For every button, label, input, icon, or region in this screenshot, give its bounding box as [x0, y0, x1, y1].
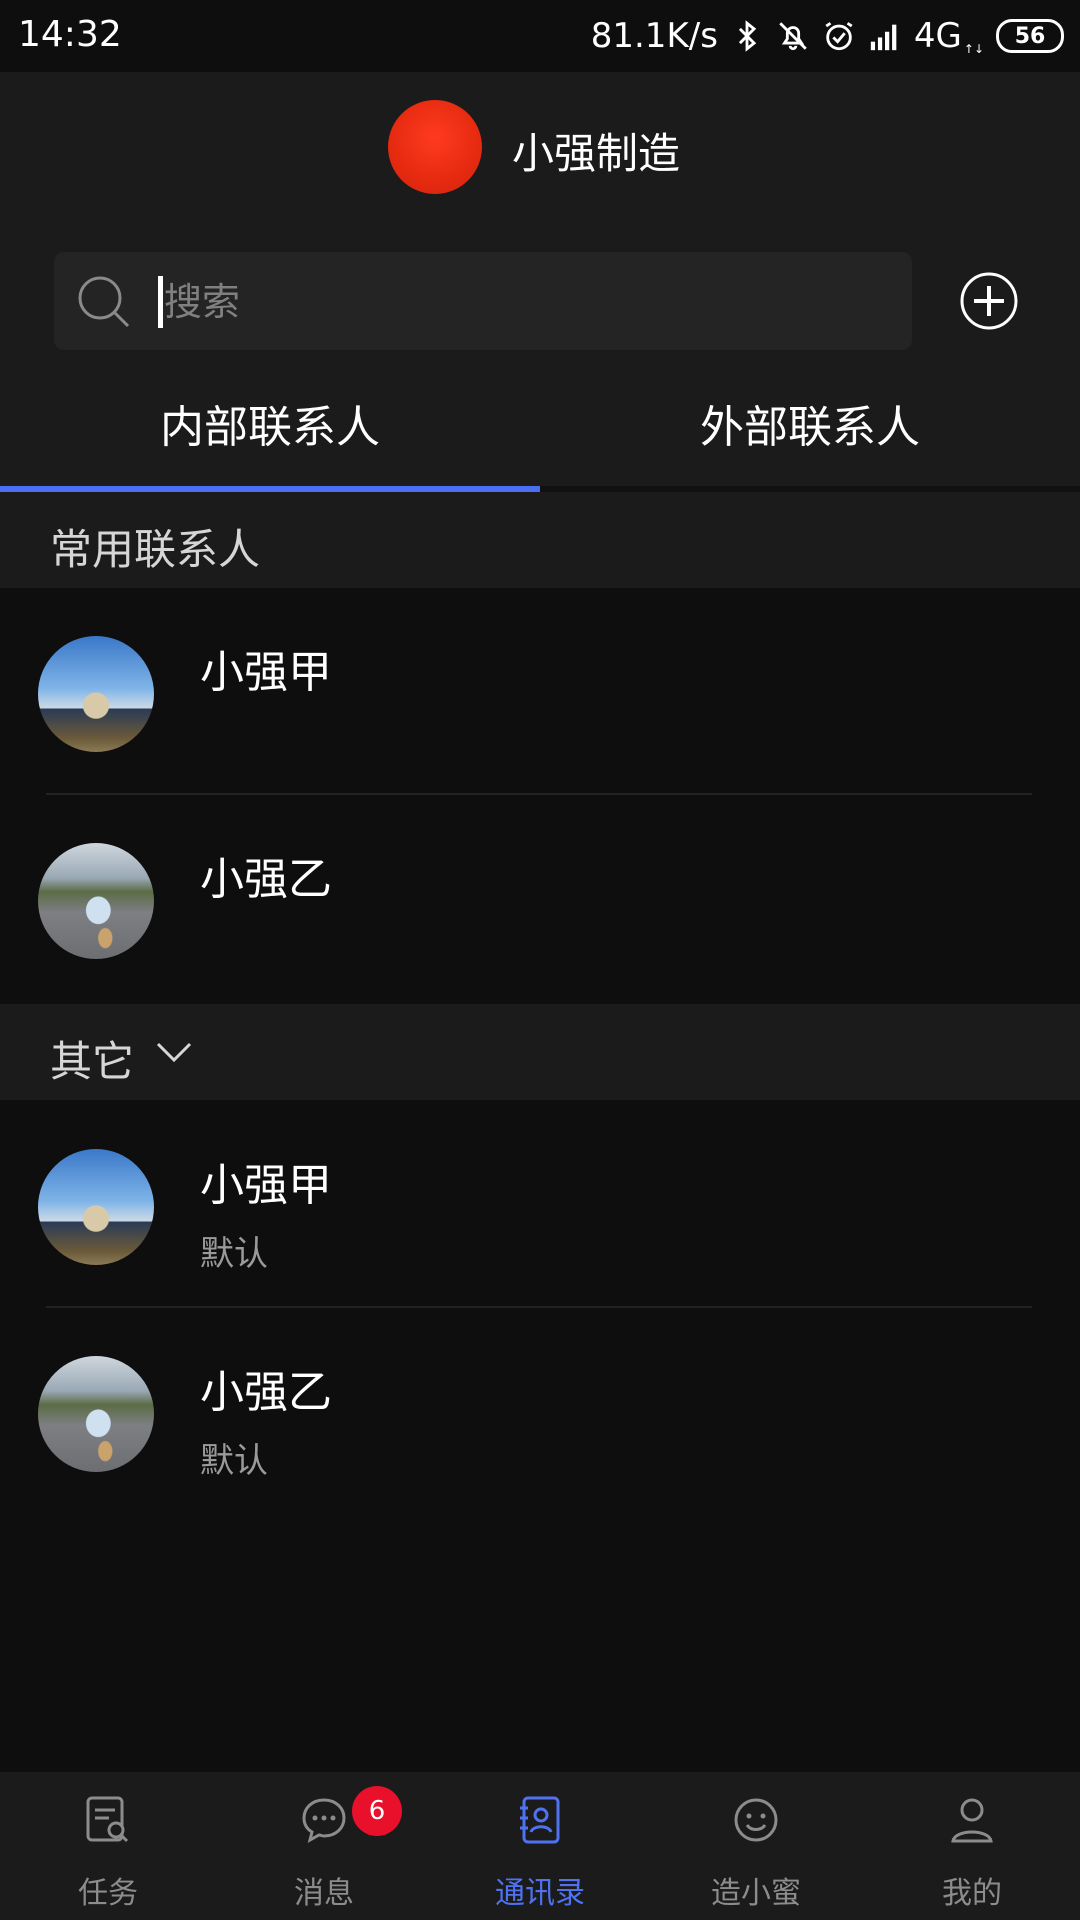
alarm-icon: [825, 22, 853, 51]
contacts-icon: [520, 1796, 560, 1844]
bell-muted-icon: [779, 22, 807, 51]
tab-external-contacts[interactable]: 外部联系人: [540, 400, 1080, 480]
network-type-label: 4G: [913, 16, 962, 56]
nav-label: 消息: [294, 1876, 354, 1911]
nav-label: 我的: [942, 1876, 1002, 1911]
section-title: 常用联系人: [50, 525, 261, 574]
battery-level: 56: [1014, 23, 1046, 49]
unread-badge: 6: [352, 1786, 402, 1836]
section-title[interactable]: 其它: [50, 1028, 134, 1089]
contact-row[interactable]: [0, 588, 1080, 794]
bluetooth-icon: [738, 20, 757, 52]
nav-item-tasks[interactable]: 任务: [0, 1772, 216, 1920]
status-indicators: 81.1K/s 4G ↑↓ 56: [591, 14, 1064, 58]
contact-row[interactable]: [0, 1100, 1080, 1306]
contact-name: 小强乙: [200, 1367, 332, 1418]
tab-internal-contacts[interactable]: 内部联系人: [0, 400, 540, 480]
nav-item-messages[interactable]: 消息: [216, 1772, 432, 1920]
task-icon: [86, 1796, 129, 1843]
nav-label: 任务: [78, 1876, 138, 1911]
network-type: 4G ↑↓: [914, 16, 984, 56]
profile-icon: [951, 1798, 993, 1843]
avatar: [38, 636, 154, 752]
contact-subtitle: 默认: [200, 1234, 268, 1274]
contact-subtitle: 默认: [200, 1441, 268, 1481]
row-divider: [46, 793, 1032, 795]
contact-name: 小强甲: [200, 647, 332, 698]
search-input[interactable]: [164, 268, 884, 336]
chevron-down-icon[interactable]: [154, 1036, 194, 1066]
org-logo[interactable]: [388, 100, 482, 194]
contact-name: 小强乙: [200, 854, 332, 905]
add-button[interactable]: [960, 272, 1018, 330]
nav-item-assistant[interactable]: 造小蜜: [648, 1772, 864, 1920]
nav-label: 造小蜜: [711, 1876, 801, 1911]
contact-row[interactable]: [0, 796, 1080, 1002]
message-icon: [302, 1798, 346, 1843]
nav-item-profile[interactable]: 我的: [864, 1772, 1080, 1920]
text-cursor: [158, 276, 163, 328]
org-name[interactable]: 小强制造: [512, 120, 680, 181]
nav-label: 通讯录: [495, 1876, 585, 1911]
avatar: [38, 843, 154, 959]
network-speed: 81.1K/s: [590, 16, 718, 56]
nav-item-contacts[interactable]: 通讯录: [432, 1772, 648, 1920]
avatar: [38, 1149, 154, 1265]
search-icon: [78, 276, 130, 328]
assistant-icon: [734, 1798, 778, 1842]
avatar: [38, 1356, 154, 1472]
signal-icon: [870, 24, 897, 51]
contact-name: 小强甲: [200, 1160, 332, 1211]
network-arrows: ↑↓: [963, 42, 984, 56]
contact-row[interactable]: [0, 1308, 1080, 1514]
status-time: 14:32: [18, 14, 122, 55]
battery-icon: 56: [996, 19, 1064, 53]
